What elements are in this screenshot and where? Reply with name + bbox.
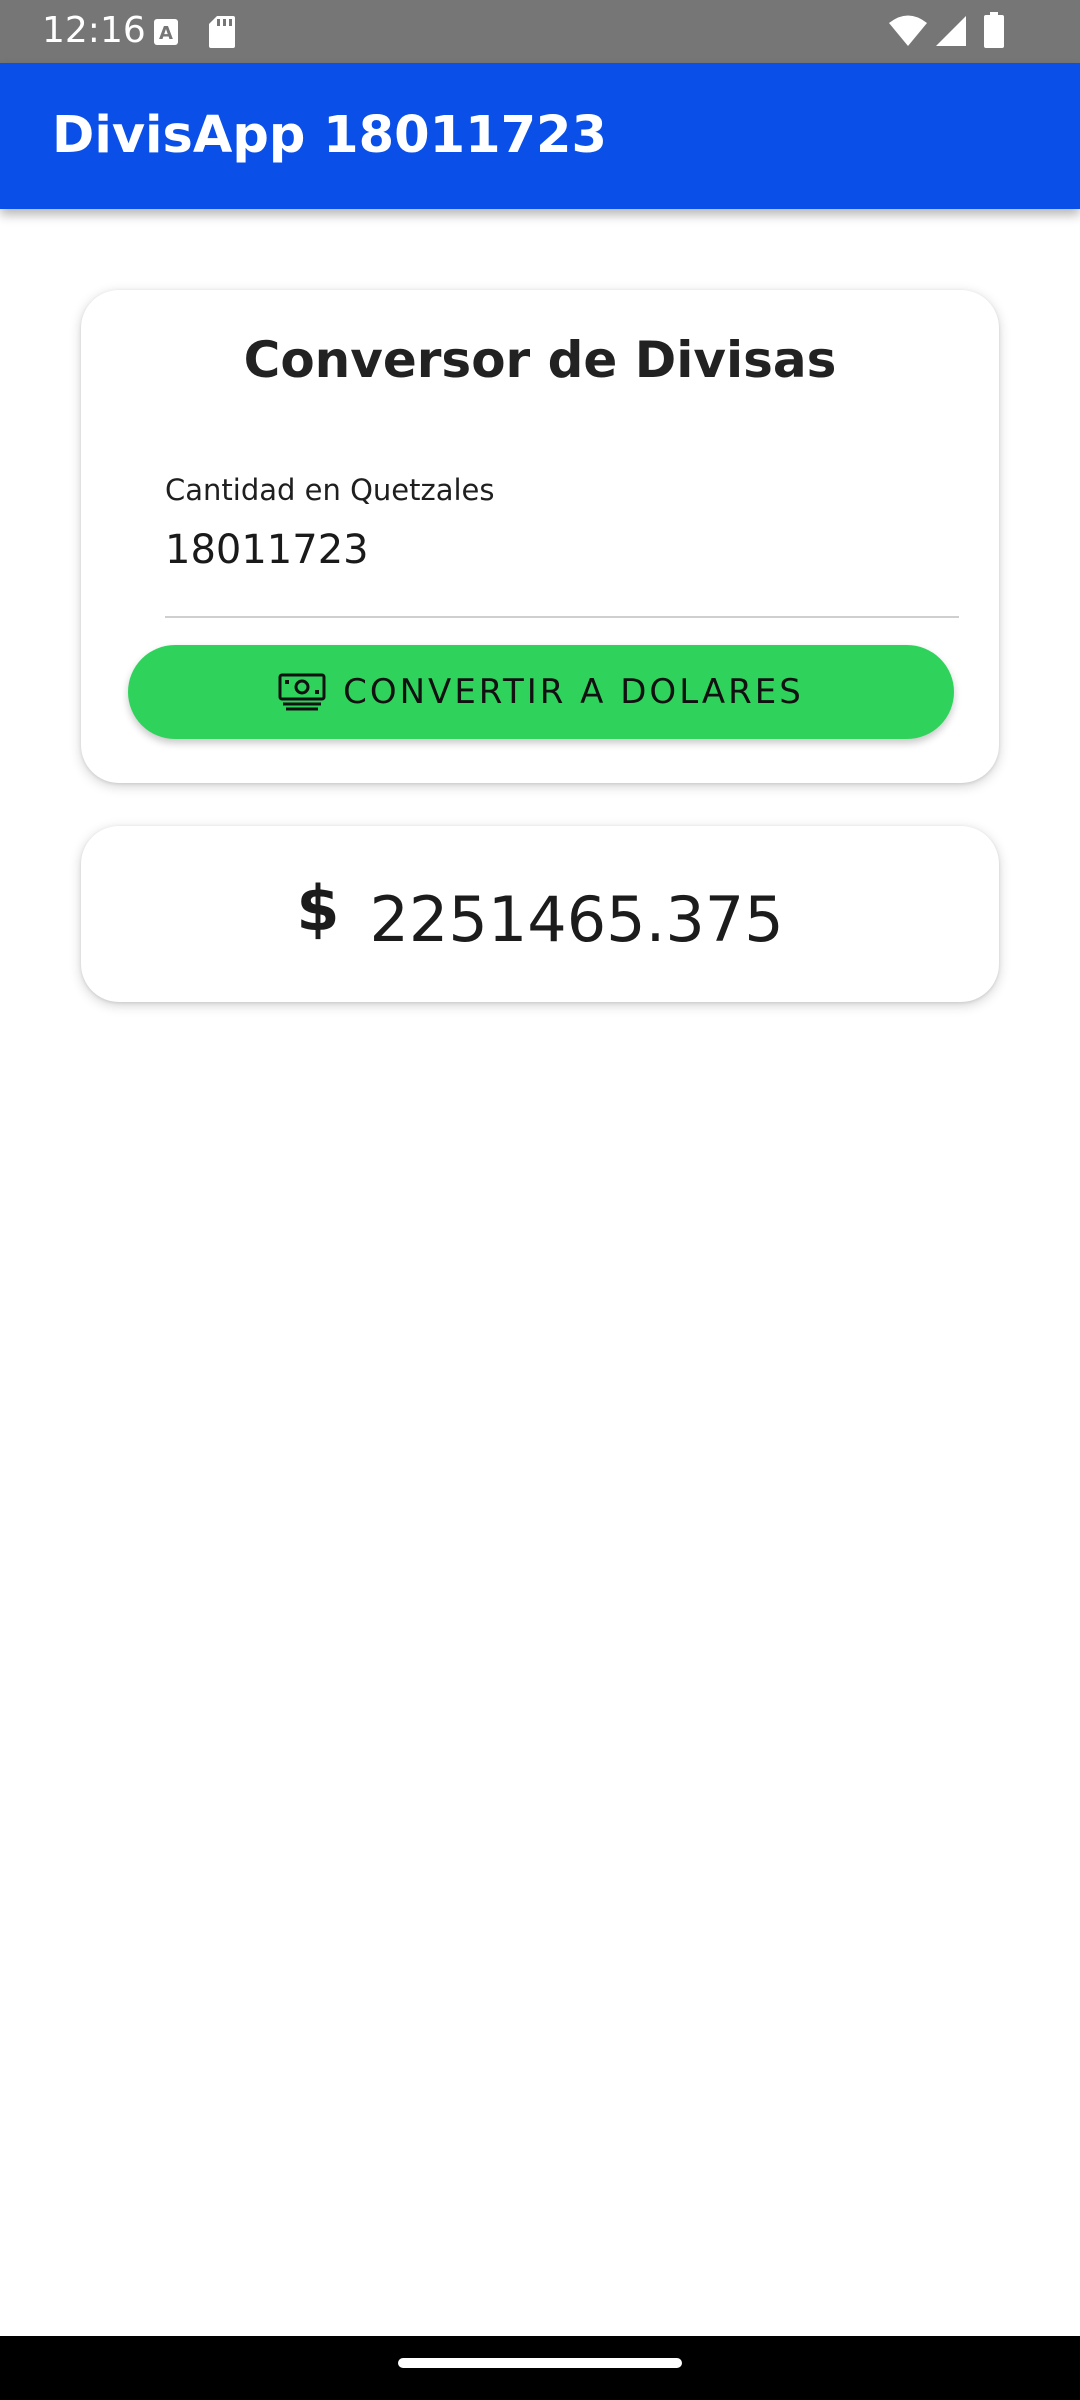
result-value: 2251465.375 xyxy=(369,882,784,956)
converter-card: Conversor de Divisas Cantidad en Quetzal… xyxy=(81,290,999,783)
quetzales-input[interactable] xyxy=(165,522,955,578)
status-bar: 12:16 A xyxy=(0,0,1080,63)
battery-icon xyxy=(984,12,1004,53)
card-title: Conversor de Divisas xyxy=(243,331,837,389)
result-row: $ 2251465.375 xyxy=(81,826,999,1002)
navigation-bar xyxy=(0,2336,1080,2400)
wifi-icon xyxy=(888,15,928,52)
cell-signal-icon xyxy=(935,15,967,52)
money-icon xyxy=(278,673,326,711)
convert-button-label: CONVERTIR A DOLARES xyxy=(343,672,804,712)
svg-text:A: A xyxy=(159,23,173,44)
result-card: $ 2251465.375 xyxy=(81,826,999,1002)
app-bar: DivisApp 18011723 xyxy=(0,63,1080,209)
status-time: 12:16 xyxy=(42,10,146,51)
dollar-symbol: $ xyxy=(296,871,340,945)
quetzales-field-label: Cantidad en Quetzales xyxy=(165,473,495,507)
convert-button[interactable]: CONVERTIR A DOLARES xyxy=(128,645,954,739)
app-title: DivisApp 18011723 xyxy=(52,106,608,165)
sd-card-icon xyxy=(208,15,236,54)
font-a-icon: A xyxy=(153,18,179,51)
field-underline xyxy=(165,616,959,618)
home-indicator[interactable] xyxy=(398,2358,682,2368)
